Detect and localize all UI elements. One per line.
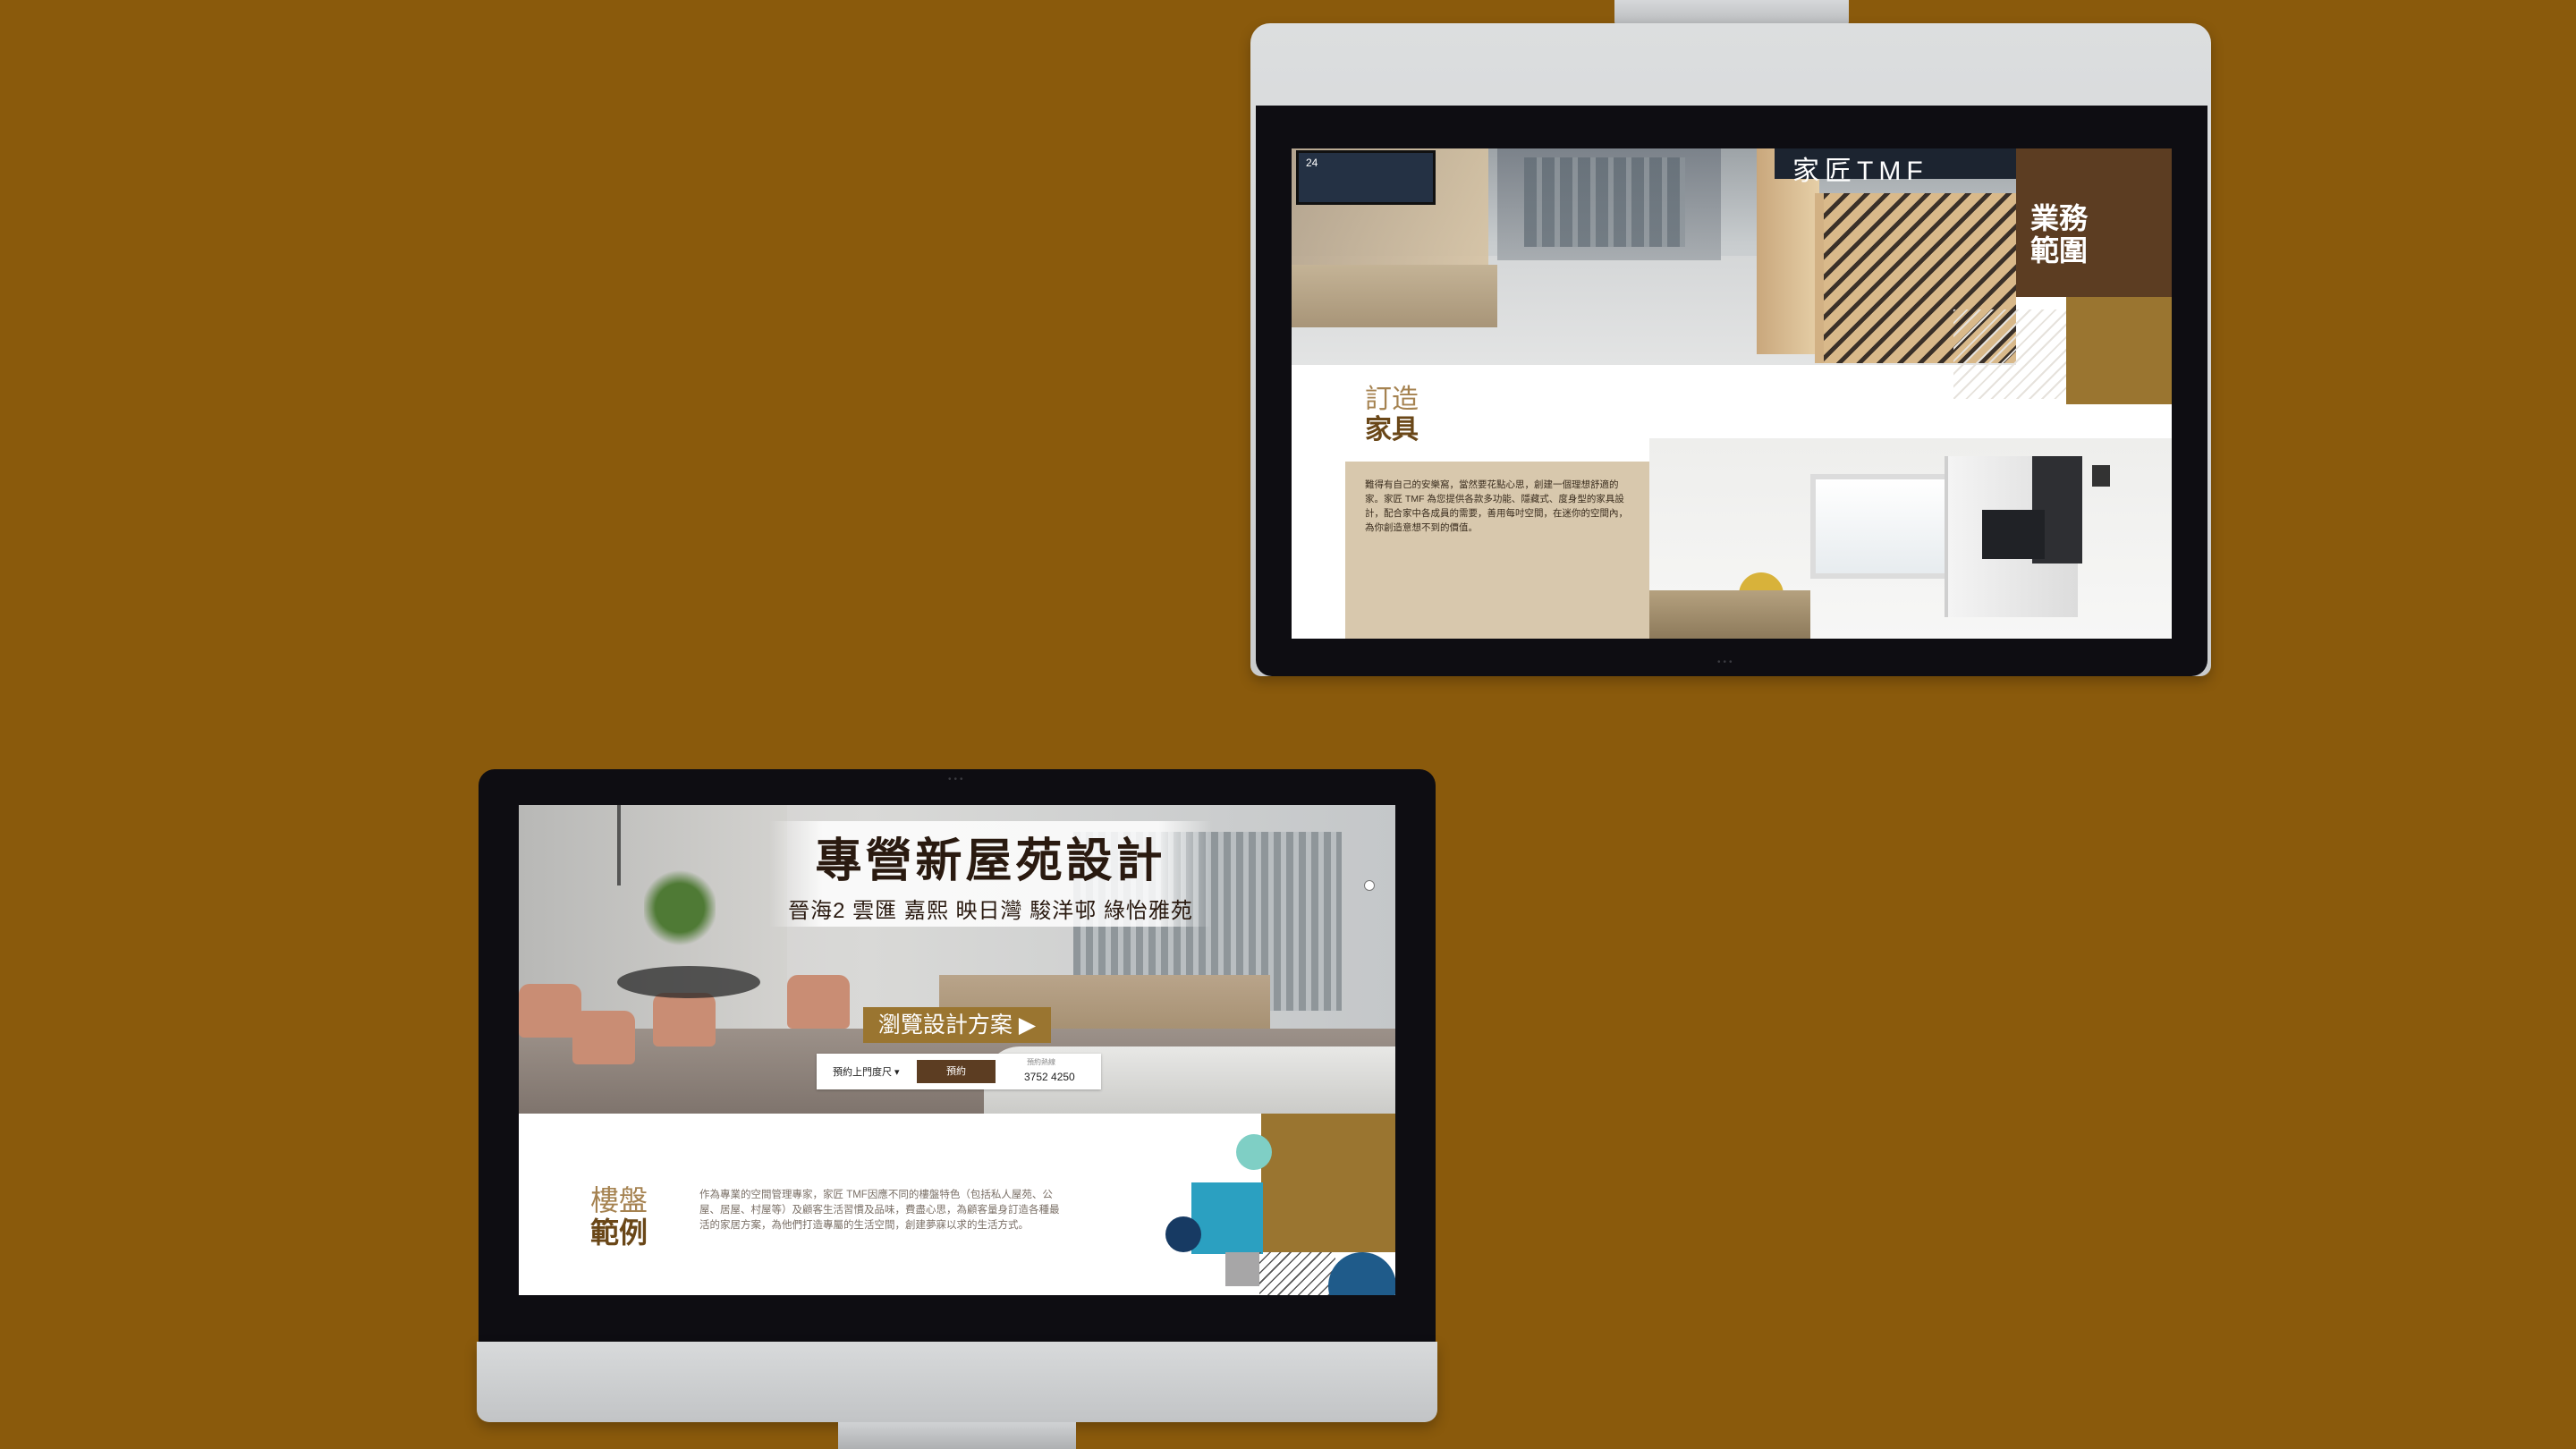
plant-decor	[644, 859, 716, 957]
hotline-label: 預約熱線	[1027, 1058, 1055, 1066]
furniture-description: 難得有自己的安樂窩，當然要花點心思，創建一個理想舒適的家。家匠 TMF 為您提供…	[1365, 479, 1628, 533]
monitor-stand-bottom	[838, 1422, 1076, 1449]
gold-accent-square	[2066, 297, 2172, 404]
teal-square-decor	[1191, 1182, 1263, 1254]
hero-banner: 專營新屋苑設計 晉海2 雲匯 嘉熙 映日灣 駿洋邨 綠怡雅苑 瀏覽設計方案 ▶ …	[519, 805, 1395, 1114]
dining-table	[617, 966, 760, 998]
mint-circle-decor	[1236, 1134, 1272, 1170]
furniture-heading-line1: 訂造	[1365, 385, 1419, 414]
store-interior-photo: 24 家匠TMF	[1292, 148, 2016, 365]
website-screen-services: 24 家匠TMF 業務 範圍 訂造 家具 難得有自己的安樂窩，當然要花點心思，創…	[1292, 148, 2172, 639]
furniture-room-photo	[1649, 438, 2172, 639]
hero-title: 專營新屋苑設計	[815, 835, 1166, 888]
monitor-camera: •••	[948, 775, 966, 784]
services-label-line2: 範圍	[2030, 234, 2089, 267]
furniture-description-box: 難得有自己的安樂窩，當然要花點心思，創建一個理想舒適的家。家匠 TMF 為您提供…	[1345, 462, 1658, 639]
properties-heading-line2: 範例	[590, 1216, 648, 1249]
services-label-line1: 業務	[2030, 202, 2089, 234]
store-sign: 家匠TMF	[1775, 148, 2016, 186]
booking-type-select[interactable]: 預約上門度尺 ▾	[833, 1064, 900, 1079]
furniture-heading: 訂造 家具	[1365, 385, 1419, 445]
booking-bar: 預約上門度尺 ▾ 預約 預約熱線 3752 4250	[817, 1054, 1101, 1089]
services-section-label: 業務 範圍	[2016, 148, 2172, 297]
properties-description: 作為專業的空間管理專家，家匠 TMF因應不同的樓盤特色（包括私人屋苑、公屋、居屋…	[699, 1190, 1060, 1231]
website-screen-home: 專營新屋苑設計 晉海2 雲匯 嘉熙 映日灣 駿洋邨 綠怡雅苑 瀏覽設計方案 ▶ …	[519, 805, 1395, 1295]
hatch-decoration	[1953, 309, 2066, 399]
hero-headline-band: 專營新屋苑設計 晉海2 雲匯 嘉熙 映日灣 駿洋邨 綠怡雅苑	[769, 821, 1212, 927]
navy-circle-decor	[1165, 1216, 1201, 1252]
monitor-chin-bottom	[477, 1342, 1437, 1422]
grey-square-decor	[1225, 1252, 1259, 1286]
booking-button[interactable]: 預約	[917, 1060, 996, 1083]
furniture-heading-line2: 家具	[1365, 415, 1419, 445]
slider-dot[interactable]	[1364, 880, 1375, 891]
monitor-sensor-dots: •••	[1717, 657, 1735, 667]
hotline-number[interactable]: 3752 4250	[1024, 1071, 1075, 1083]
store-display-screen: 24	[1296, 150, 1436, 205]
properties-heading-line1: 樓盤	[590, 1184, 648, 1216]
gold-square-decor	[1261, 1114, 1395, 1252]
hero-subtitle-estates: 晉海2 雲匯 嘉熙 映日灣 駿洋邨 綠怡雅苑	[788, 899, 1193, 923]
hatch-decor	[1259, 1252, 1335, 1295]
browse-design-plans-button[interactable]: 瀏覽設計方案 ▶	[863, 1007, 1051, 1043]
blue-circle-decor	[1328, 1252, 1395, 1295]
properties-heading: 樓盤 範例	[590, 1184, 648, 1249]
